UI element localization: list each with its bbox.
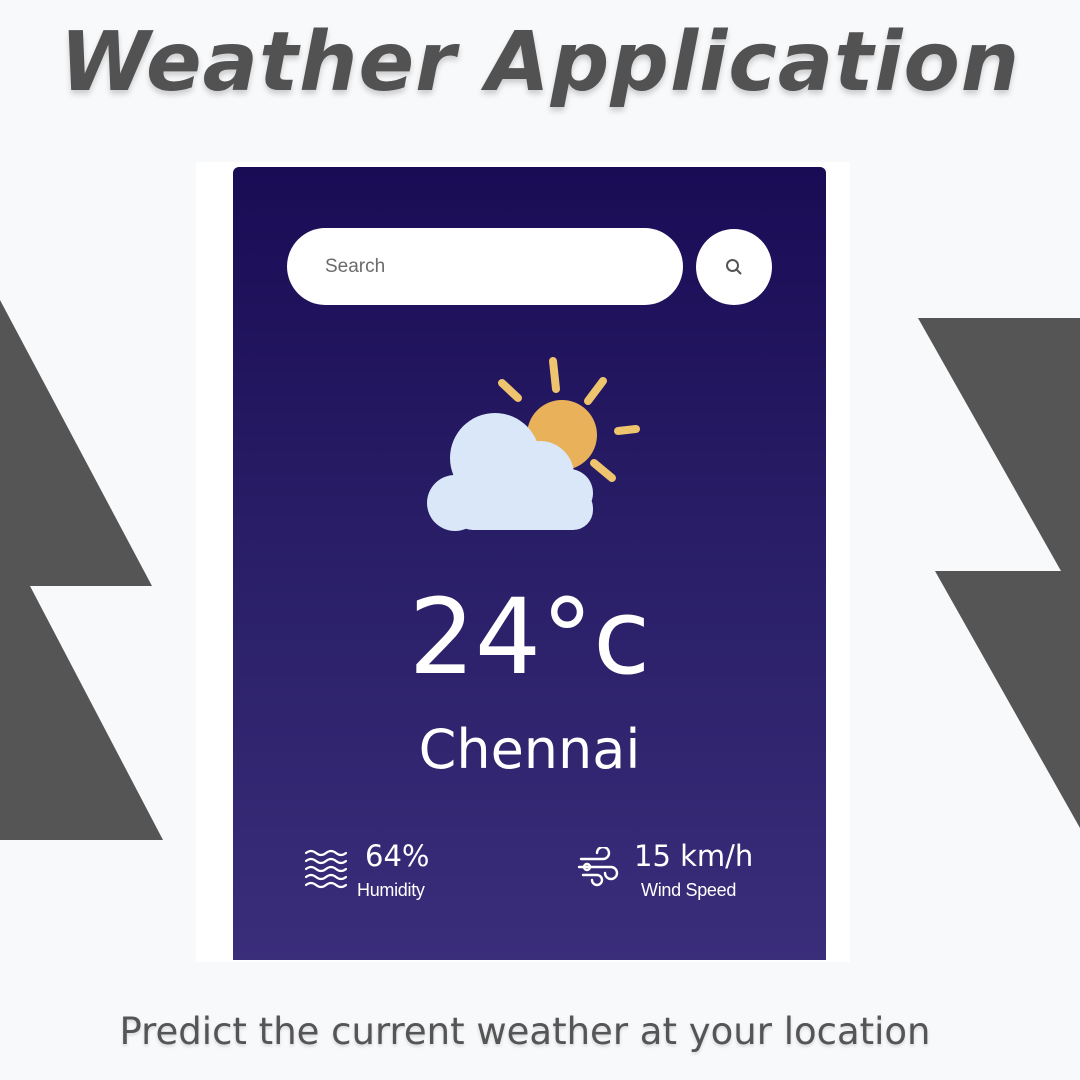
- weather-card: 24°c Chennai 64% Humidity 15 km/h Wind S…: [233, 167, 826, 960]
- search-icon: [726, 259, 742, 275]
- wind-icon: [577, 847, 619, 887]
- humidity-label: Humidity: [357, 880, 425, 900]
- wind-speed-label: Wind Speed: [641, 880, 737, 900]
- city-name: Chennai: [418, 718, 641, 781]
- tagline: Predict the current weather at your loca…: [119, 1010, 931, 1053]
- right-bolt-shape: [918, 318, 1080, 828]
- humidity-value: 64%: [365, 839, 430, 873]
- humidity-icon: [304, 849, 347, 889]
- search-input[interactable]: [287, 228, 683, 305]
- humidity-stat: 64% Humidity: [303, 839, 483, 911]
- wind-speed-value: 15 km/h: [634, 839, 754, 873]
- wind-stat: 15 km/h Wind Speed: [577, 839, 777, 911]
- temperature-value: 24°c: [408, 576, 651, 698]
- partly-cloudy-icon: [427, 357, 640, 531]
- search-button[interactable]: [696, 229, 772, 305]
- left-bolt-shape: [0, 300, 163, 840]
- page-title: Weather Application: [59, 15, 1021, 110]
